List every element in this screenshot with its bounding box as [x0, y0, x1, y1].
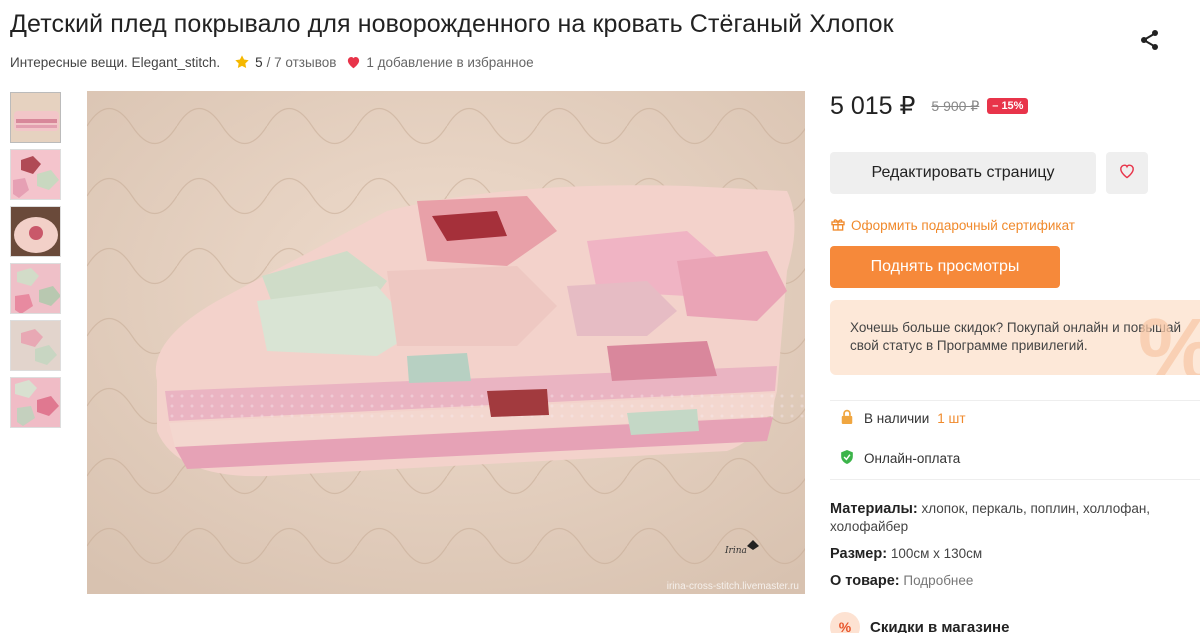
thumbnail-5[interactable]	[10, 320, 61, 371]
about-more-link[interactable]: Подробнее	[903, 573, 973, 588]
add-to-favorites-button[interactable]	[1106, 152, 1148, 194]
thumbnail-4[interactable]	[10, 263, 61, 314]
boost-views-button[interactable]: Поднять просмотры	[830, 246, 1060, 288]
materials-label: Материалы:	[830, 501, 918, 517]
store-discounts[interactable]: % Скидки в магазине	[830, 612, 1009, 633]
stock-label: В наличии	[864, 411, 930, 426]
payment-row: Онлайн-оплата	[840, 449, 960, 468]
spec-about: О товаре: Подробнее	[830, 572, 1190, 590]
thumbnail-6[interactable]	[10, 377, 61, 428]
current-price: 5 015 ₽	[830, 92, 916, 120]
thumbnail-3[interactable]	[10, 206, 61, 257]
heart-outline-icon	[1118, 163, 1136, 184]
edit-page-button[interactable]: Редактировать страницу	[830, 152, 1096, 194]
thumbnail-1[interactable]	[10, 92, 61, 143]
stock-quantity: 1 шт	[937, 411, 966, 426]
shop-name-link[interactable]: Интересные вещи. Elegant_stitch.	[10, 55, 220, 70]
gift-certificate-label: Оформить подарочный сертификат	[851, 218, 1075, 233]
old-price: 5 900 ₽	[931, 97, 980, 114]
spec-materials: Материалы: хлопок, перкаль, поплин, холл…	[830, 500, 1190, 536]
thumbnail-2[interactable]	[10, 149, 61, 200]
price-block: 5 015 ₽ 5 900 ₽ – 15%	[830, 91, 1029, 121]
photo-watermark: irina-cross-stitch.livemaster.ru	[666, 581, 799, 592]
main-product-photo[interactable]: Irina irina-cross-stitch.livemaster.ru	[87, 91, 805, 594]
size-value: 100см х 130см	[890, 546, 983, 561]
discount-percent-icon: %	[830, 612, 860, 633]
gift-icon	[830, 216, 851, 235]
about-label: О товаре:	[830, 573, 900, 589]
size-label: Размер:	[830, 546, 888, 562]
page-title: Детский плед покрывало для новорожденног…	[10, 10, 894, 38]
rating-value: 5	[255, 54, 263, 70]
gift-certificate-link[interactable]: Оформить подарочный сертификат	[830, 216, 1075, 235]
heart-icon	[346, 55, 361, 69]
availability-block: В наличии 1 шт Онлайн-оплата	[830, 400, 1200, 480]
stock-row: В наличии 1 шт	[840, 409, 966, 428]
svg-text:Irina: Irina	[724, 546, 747, 556]
reviews-link[interactable]: / 7 отзывов	[267, 55, 337, 70]
discount-badge: – 15%	[987, 98, 1029, 114]
online-payment-label: Онлайн-оплата	[864, 451, 961, 466]
product-specs: Материалы: хлопок, перкаль, поплин, холл…	[830, 500, 1190, 599]
lock-icon	[840, 409, 864, 428]
spec-size: Размер: 100см х 130см	[830, 545, 1190, 563]
share-icon[interactable]	[1138, 28, 1162, 52]
favorites-count: 1 добавление в избранное	[366, 54, 534, 70]
thumbnail-list	[10, 92, 62, 434]
shield-check-icon	[840, 449, 864, 468]
store-discounts-label: Скидки в магазине	[870, 618, 1010, 633]
star-icon	[234, 54, 250, 70]
product-meta: Интересные вещи. Elegant_stitch. 5 / 7 о…	[10, 54, 534, 70]
percent-icon: %	[1138, 306, 1200, 376]
privileges-promo-banner[interactable]: Хочешь больше скидок? Покупай онлайн и п…	[830, 300, 1200, 375]
